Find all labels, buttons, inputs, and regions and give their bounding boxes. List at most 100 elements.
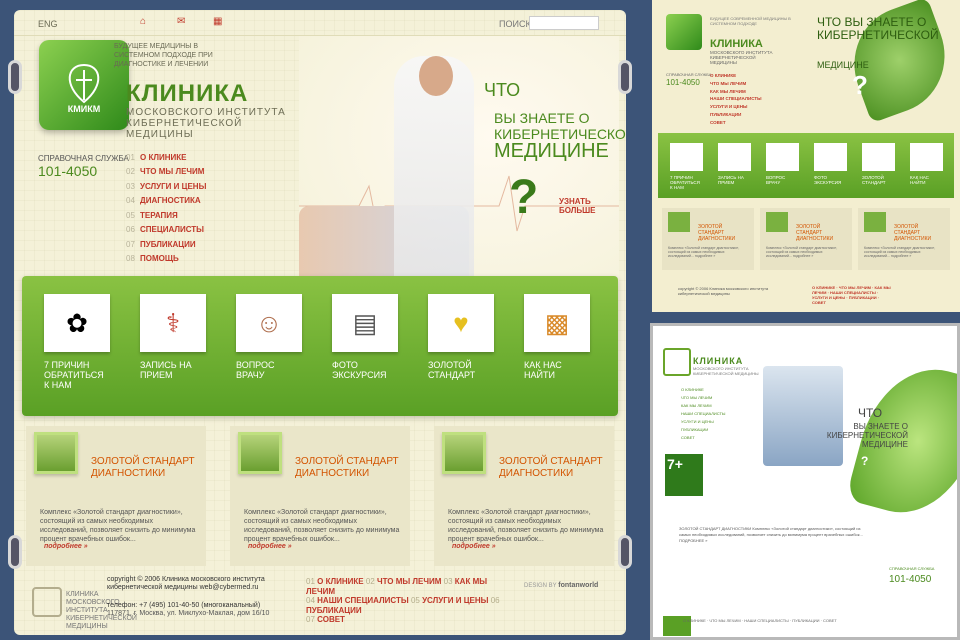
article-card: ЗОЛОТОЙ СТАНДАРТ ДИАГНОСТИКИ Комплекс «З… [434, 426, 614, 566]
menu-num: 01 [126, 152, 135, 162]
feature-reasons[interactable]: ✿ 7 ПРИЧИН ОБРАТИТЬСЯ К НАМ [44, 294, 110, 390]
feature-label: ЗАПИСЬ НА ПРИЕМ [718, 175, 744, 185]
feature-photo-tour[interactable]: ▤ ФОТО ЭКСКУРСИЯ [332, 294, 398, 384]
article-title: ЗОЛОТОЙ СТАНДАРТ ДИАГНОСТИКИ [796, 224, 834, 242]
main-menu: 01 О КЛИНИКЕ 02 ЧТО МЫ ЛЕЧИМ 03 УСЛУГИ И ЦЕ… [126, 150, 206, 266]
menu-label: СПЕЦИАЛИСТЫ [140, 225, 204, 235]
feature-find-us[interactable]: ▩ КАК НАС НАЙТИ [524, 294, 590, 384]
copyright: copyright © 2006 Клиника московского инс… [678, 286, 769, 296]
article-thumbnail [766, 212, 788, 232]
footer-logo-icon [32, 587, 62, 617]
article-text: ЗОЛОТОЙ СТАНДАРТ ДИАГНОСТИКИ Комплекс «З… [679, 526, 863, 543]
menu-item: НАШИ СПЕЦИАЛИСТЫ [681, 411, 726, 416]
menu-item-help[interactable]: 08 ПОМОЩЬ [126, 252, 206, 267]
menu-label: ПУБЛИКАЦИИ [140, 239, 196, 249]
more-link[interactable]: подробнее » [248, 543, 292, 550]
menu-item: КАК МЫ ЛЕЧИМ [710, 88, 746, 94]
article-thumbnail[interactable] [34, 432, 78, 474]
article-thumbnail[interactable] [442, 432, 486, 474]
mail-icon[interactable]: ✉ [177, 17, 187, 27]
feature-ask-doctor[interactable]: ☺ ВОПРОС ВРАЧУ [236, 294, 302, 384]
footer-nav-publications[interactable]: ПУБЛИКАЦИИ [306, 606, 362, 615]
xray-icon [814, 143, 847, 171]
clinic-subtitle: МОСКОВСКОГО ИНСТИТУТА КИБЕРНЕТИЧЕСКОЙ МЕ… [693, 366, 759, 376]
menu-item-services[interactable]: 03 УСЛУГИ И ЦЕНЫ [126, 179, 206, 194]
top-bar: ENG ⌂ ✉ ▦ ПОИСК [14, 10, 626, 36]
footer-nav-num: 04 [306, 596, 315, 605]
feature-label: КАК НАС НАЙТИ [910, 175, 929, 185]
feature-appointment[interactable]: ⚕ ЗАПИСЬ НА ПРИЕМ [140, 294, 206, 384]
article-title[interactable]: ЗОЛОТОЙ СТАНДАРТ ДИАГНОСТИКИ [91, 456, 201, 480]
binder-ring [8, 535, 22, 569]
logo-text: КМИКМ [67, 104, 101, 114]
more-link[interactable]: подробнее » [44, 543, 88, 550]
feature-tile: ЗАПИСЬ НА ПРИЕМ [718, 143, 751, 193]
clinic-title: КЛИНИКА [693, 356, 744, 366]
menu-item-about[interactable]: 01 О КЛИНИКЕ [126, 150, 206, 165]
menu: О КЛИНИКЕ ЧТО МЫ ЛЕЧИМ КАК МЫ ЛЕЧИМ НАШИ… [681, 386, 725, 442]
more-link[interactable]: подробнее » [452, 543, 496, 550]
article-card: ЗОЛОТОЙ СТАНДАРТ ДИАГНОСТИКИ Комплекс «Зо… [858, 208, 950, 270]
footer-address: 117871, г. Москва, ул. Миклухо-Маклая, д… [107, 610, 270, 617]
question-mark: ? [861, 454, 869, 468]
footer-nav-services[interactable]: УСЛУГИ И ЦЕНЫ [422, 596, 488, 605]
footer-nav-num: 06 [490, 596, 500, 605]
feature-label: ВОПРОС ВРАЧУ [766, 175, 786, 185]
footer-nav-about[interactable]: О КЛИНИКЕ [317, 577, 363, 586]
variant-mockup-bottom: КЛИНИКА МОСКОВСКОГО ИНСТИТУТА КИБЕРНЕТИЧ… [650, 323, 960, 640]
feature-tile: КАК НАС НАЙТИ [910, 143, 943, 193]
stethoscope-icon: ⚕ [140, 294, 206, 352]
article-title: ЗОЛОТОЙ СТАНДАРТ ДИАГНОСТИКИ [894, 224, 932, 242]
article-thumbnail[interactable] [238, 432, 282, 474]
clinic-title: КЛИНИКА [710, 38, 763, 50]
menu-item-specialists[interactable]: 06 СПЕЦИАЛИСТЫ [126, 223, 206, 238]
menu-label: ДИАГНОСТИКА [140, 196, 201, 206]
feature-label: ФОТО ЭКСКУРСИЯ [814, 175, 842, 185]
feature-gold-standard[interactable]: ♥ ЗОЛОТОЙ СТАНДАРТ [428, 294, 494, 384]
article-body: Комплекс «Золотой стандарт диагностики»,… [864, 246, 936, 258]
home-icon[interactable]: ⌂ [140, 17, 150, 27]
article-thumbnail [668, 212, 690, 232]
tagline: БУДУЩЕЕ МЕДИЦИНЫ В СИСТЕМНОМ ПОДХОДЕ ПРИ… [114, 43, 213, 68]
menu-label: ПОМОЩЬ [140, 254, 179, 264]
feature-label: КАК НАС НАЙТИ [524, 360, 562, 380]
feature-tile: ЗОЛОТОЙ СТАНДАРТ [862, 143, 895, 193]
language-switch[interactable]: ENG [38, 19, 58, 29]
article-card: ЗОЛОТОЙ СТАНДАРТ ДИАГНОСТИКИ Комплекс «Зо… [760, 208, 852, 270]
design-name: fontanworld [558, 582, 599, 589]
footer-nav-what[interactable]: ЧТО МЫ ЛЕЧИМ [377, 577, 441, 586]
menu-item: СОВЕТ [681, 435, 695, 440]
sitemap-icon[interactable]: ▦ [213, 17, 223, 27]
footer-nav-num: 03 [443, 577, 453, 586]
article-title[interactable]: ЗОЛОТОЙ СТАНДАРТ ДИАГНОСТИКИ [499, 456, 609, 480]
feature-label: ЗОЛОТОЙ СТАНДАРТ [862, 175, 886, 185]
capsules-icon: ♥ [428, 294, 494, 352]
menu-item-diagnostics[interactable]: 04 ДИАГНОСТИКА [126, 194, 206, 209]
menu: О КЛИНИКЕ ЧТО МЫ ЛЕЧИМ КАК МЫ ЛЕЧИМ НАШИ… [710, 72, 762, 127]
menu-item-therapy[interactable]: 05 ТЕРАПИЯ [126, 208, 206, 223]
footer-nav-specialists[interactable]: НАШИ СПЕЦИАЛИСТЫ [317, 596, 409, 605]
menu-num: 05 [126, 210, 135, 220]
feature-label: 7 ПРИЧИН ОБРАТИТЬСЯ К НАМ [44, 360, 104, 390]
menu-label: УСЛУГИ И ЦЕНЫ [140, 181, 207, 191]
know-more-link[interactable]: УЗНАТЬ БОЛЬШЕ [559, 197, 609, 215]
menu-item-what-we-treat[interactable]: 02 ЧТО МЫ ЛЕЧИМ [126, 165, 206, 180]
article-title: ЗОЛОТОЙ СТАНДАРТ ДИАГНОСТИКИ [698, 224, 736, 242]
search-input[interactable] [529, 16, 599, 30]
menu-label: О КЛИНИКЕ [140, 152, 187, 162]
design-credit[interactable]: DESIGN BY fontanworld [524, 582, 598, 589]
menu-item: НАШИ СПЕЦИАЛИСТЫ [710, 96, 762, 102]
menu-label: ТЕРАПИЯ [140, 210, 178, 220]
footer-nav-num: 01 [306, 577, 315, 586]
footer-nav-advice[interactable]: СОВЕТ [317, 615, 345, 624]
menu-num: 06 [126, 225, 135, 235]
feature-label: ФОТО ЭКСКУРСИЯ [332, 360, 387, 380]
article-title[interactable]: ЗОЛОТОЙ СТАНДАРТ ДИАГНОСТИКИ [295, 456, 405, 480]
menu-item: ЧТО МЫ ЛЕЧИМ [681, 395, 713, 400]
clinic-logo [663, 348, 691, 376]
capsules-icon [862, 143, 895, 171]
menu-item-publications[interactable]: 07 ПУБЛИКАЦИИ [126, 237, 206, 252]
phone-number: 101-4050 [38, 163, 98, 179]
footer-phone: телефон: +7 (495) 101-40-50 (многоканаль… [107, 602, 261, 609]
doctor-icon [766, 143, 799, 171]
